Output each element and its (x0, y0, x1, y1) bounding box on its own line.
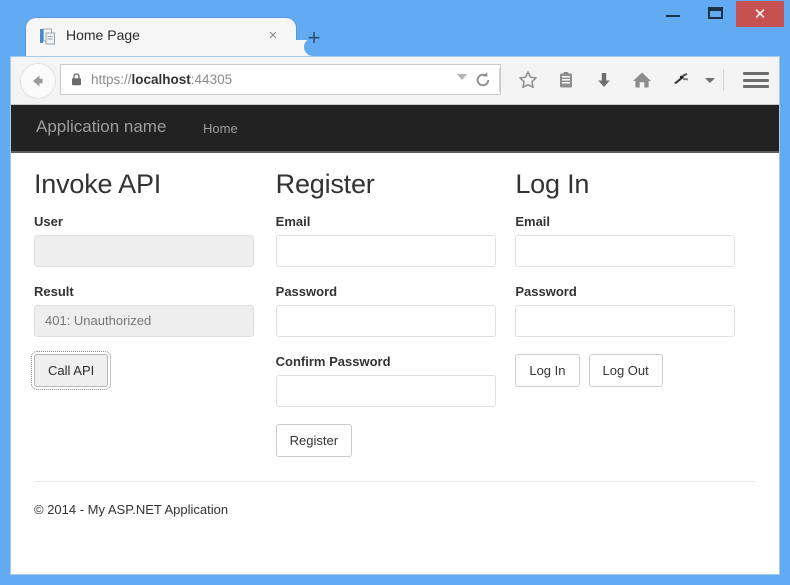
tab-close-icon[interactable]: × (264, 27, 282, 45)
label-login-email: Email (515, 213, 551, 229)
back-arrow-icon (33, 75, 43, 87)
user-input[interactable] (34, 234, 254, 267)
reading-list-icon[interactable] (547, 63, 585, 97)
pocket-icon[interactable] (661, 63, 699, 97)
log-in-button[interactable]: Log In (515, 353, 580, 387)
page-document-icon (40, 28, 57, 46)
hamburger-menu-icon[interactable] (743, 67, 769, 93)
browser-viewport: https://localhost:44305 Application name… (10, 56, 780, 575)
register-button[interactable]: Register (275, 423, 353, 457)
column-invoke-api: Invoke API User Result Call API (30, 169, 275, 457)
columns-row: Invoke API User Result Call API Register… (30, 153, 756, 457)
tab-title: Home Page (66, 27, 140, 43)
url-host: localhost (131, 72, 191, 87)
url-text: https://localhost:44305 (91, 72, 232, 87)
toolbar-icon-divider (723, 69, 724, 91)
page-container: Invoke API User Result Call API Register… (11, 153, 779, 517)
minimize-icon (666, 15, 680, 17)
register-email-input[interactable] (275, 234, 496, 267)
login-buttons: Log In Log Out (515, 353, 756, 387)
browser-window-frame: ✕ Home Page × + https://localhost:44305 … (0, 0, 790, 585)
column-title: Register (275, 169, 375, 199)
label-user: User (34, 213, 63, 229)
register-buttons: Register (275, 423, 516, 457)
tab-strip: Home Page × + (0, 18, 790, 56)
navigation-toolbar: https://localhost:44305 (11, 57, 779, 105)
download-icon[interactable] (585, 63, 623, 97)
star-icon[interactable] (509, 63, 547, 97)
new-tab-button[interactable]: + (302, 26, 326, 50)
column-title: Log In (515, 169, 590, 199)
back-button[interactable] (20, 63, 56, 99)
url-port: :44305 (190, 72, 233, 87)
footer-copyright: © 2014 - My ASP.NET Application (34, 501, 229, 517)
url-scheme: https:// (91, 72, 132, 87)
login-password-input[interactable] (515, 304, 736, 337)
login-email-input[interactable] (515, 234, 736, 267)
call-api-button[interactable]: Call API (30, 350, 112, 390)
navbar-link-home[interactable]: Home (203, 121, 238, 136)
web-page-content: Application name Home Invoke API User Re… (11, 105, 779, 574)
menu-line (743, 72, 769, 75)
lock-icon (71, 73, 82, 86)
label-confirm-password: Confirm Password (275, 353, 391, 369)
toolbar-chevron-down-icon[interactable] (699, 63, 721, 97)
confirm-password-input[interactable] (275, 374, 496, 407)
label-login-password: Password (515, 283, 577, 299)
invoke-api-buttons: Call API (30, 350, 275, 390)
browser-toolbar-icons (509, 63, 726, 97)
column-register: Register Email Password Confirm Password… (275, 169, 516, 457)
column-log-in: Log In Email Password Log In Log Out (515, 169, 756, 457)
column-title: Invoke API (34, 169, 162, 199)
toolbar-divider (499, 68, 500, 92)
maximize-icon (707, 6, 723, 19)
tab-home-page[interactable]: Home Page × (26, 18, 322, 56)
result-input[interactable] (34, 304, 254, 337)
address-bar[interactable]: https://localhost:44305 (60, 64, 501, 95)
home-icon[interactable] (623, 63, 661, 97)
label-register-password: Password (275, 283, 338, 299)
menu-line (743, 78, 769, 82)
menu-line (743, 85, 769, 88)
label-result: Result (34, 283, 74, 299)
log-out-button[interactable]: Log Out (588, 353, 663, 387)
reload-icon[interactable] (474, 71, 492, 89)
label-register-email: Email (275, 213, 311, 229)
chevron-down-icon[interactable] (457, 74, 467, 80)
site-navbar: Application name Home (11, 105, 779, 153)
register-password-input[interactable] (275, 304, 496, 337)
navbar-brand[interactable]: Application name (36, 117, 166, 137)
